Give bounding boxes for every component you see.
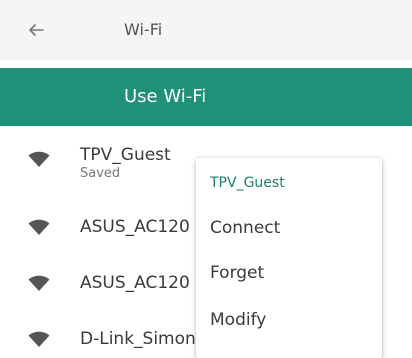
back-button[interactable]: [24, 18, 48, 42]
app-header: Wi-Fi: [0, 0, 412, 60]
wifi-signal-icon: [28, 219, 50, 235]
menu-title: TPV_Guest: [210, 175, 285, 191]
use-wifi-label: Use Wi-Fi: [124, 86, 207, 107]
page-title: Wi-Fi: [124, 20, 163, 39]
network-name: TPV_Guest: [80, 145, 171, 165]
modify-menu-item[interactable]: Modify: [210, 308, 266, 332]
forget-menu-item[interactable]: Forget: [210, 261, 264, 285]
network-context-menu: TPV_Guest Connect Forget Modify: [196, 158, 382, 358]
network-name: ASUS_AC120: [80, 273, 190, 293]
use-wifi-toggle[interactable]: Use Wi-Fi: [0, 68, 412, 126]
network-name: D-Link_Simon: [80, 329, 196, 349]
network-name: ASUS_AC120: [80, 217, 190, 237]
wifi-signal-icon: [28, 151, 50, 167]
arrow-left-icon: [29, 24, 44, 36]
network-status: Saved: [80, 166, 121, 181]
connect-menu-item[interactable]: Connect: [210, 216, 280, 240]
wifi-signal-icon: [28, 275, 50, 291]
wifi-signal-icon: [28, 331, 50, 347]
